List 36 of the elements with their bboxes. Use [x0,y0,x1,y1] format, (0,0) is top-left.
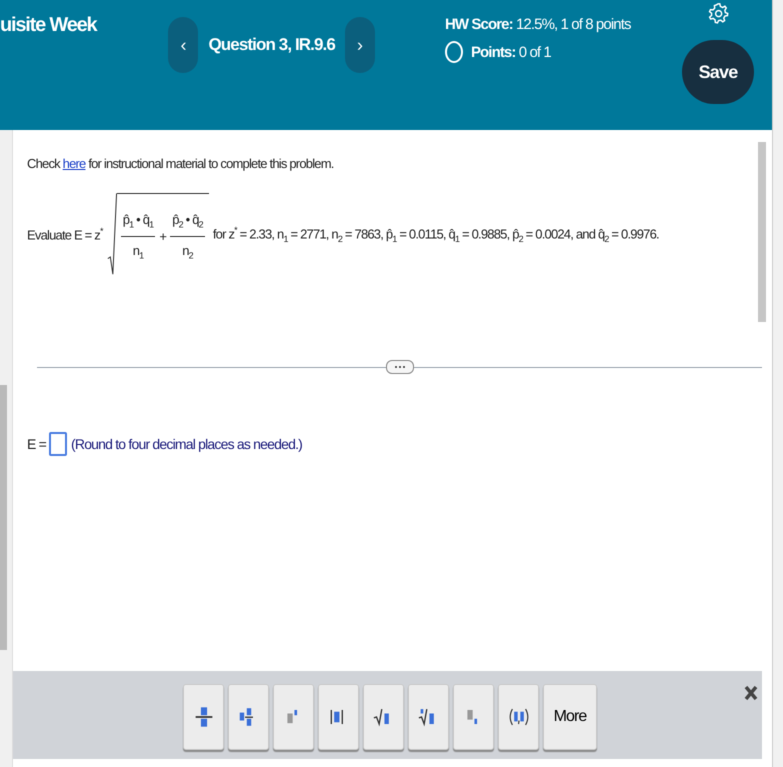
numerator: p̂$_{1}$ • q̂$_{1}$ [120,212,156,237]
save-button[interactable]: Save [682,40,754,104]
previous-button[interactable]: ‹ [168,17,198,73]
square-root-button[interactable] [363,684,404,750]
scrollbar[interactable] [0,130,13,767]
ordered-pair-button[interactable] [498,684,539,750]
more-button[interactable]: More [543,684,597,750]
subscript-button[interactable] [453,684,494,750]
next-button[interactable]: › [344,17,375,73]
fraction-button[interactable] [183,684,224,750]
here-link[interactable]: here [62,156,86,171]
scrollbar[interactable] [758,142,766,322]
ordered-pair-icon [508,706,530,728]
answer-label: E = [27,436,46,452]
denominator: n$_{1}$ [132,242,144,261]
plus-sign: + [159,229,166,244]
question-title: Question 3, IR.9.6 [208,35,335,55]
instruction-text: Check here for instructional material to complete this problem. [27,156,335,171]
formula-text: Evaluate E = z$^{*}$ [27,226,103,242]
points-text: Points: 0 of 1 [470,44,551,60]
rounding-hint: (Round to four decimal places as needed.) [71,436,302,452]
condition-text: for z$^{*}$ = 2.33, n$_{1}$ = 2771, n$_{2}$ = 7863, p̂$_{1}$ = 0.0115, q̂$_{1}$ = 0.9885, p̂$_{2}$ = 0.0024, and q̂$_{2}$ = 0.9976. [212,224,659,244]
answer-field[interactable] [49,432,68,456]
assignment-title: uisite Week [0,14,96,38]
close-icon[interactable] [744,685,758,701]
settings-icon[interactable] [707,0,730,26]
mixed-number-button[interactable] [228,684,269,750]
hw-score: HW Score: 12.5%, 1 of 8 points [444,16,631,33]
absolute-value-button[interactable] [318,684,359,750]
expand-pill-icon[interactable] [386,360,414,374]
exponent-button[interactable] [273,684,314,750]
denominator: n$_{2}$ [182,242,193,261]
nth-root-button[interactable] [408,684,449,750]
fraction-icon [192,706,214,728]
numerator: p̂$_{2}$ • q̂$_{2}$ [170,212,205,237]
status-circle-icon [444,41,463,63]
